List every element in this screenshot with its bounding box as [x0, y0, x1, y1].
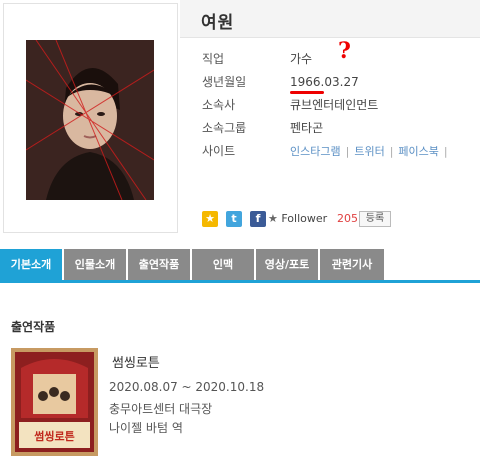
- divider: |: [389, 145, 394, 158]
- divider: |: [345, 145, 350, 158]
- tab-works[interactable]: 출연작품: [128, 249, 191, 280]
- red-underline-annotation: [290, 91, 324, 94]
- name-bar: 여원: [180, 0, 480, 38]
- profile-card: 여원 직업 가수 ? 생년월일 1966.03.27 소속사 큐브엔터테인먼트 …: [0, 0, 480, 240]
- profile-photo[interactable]: [26, 40, 154, 200]
- work-role: 나이젤 바텀 역: [109, 421, 183, 435]
- info-value: 가수: [290, 52, 313, 66]
- info-label: 소속사: [202, 98, 236, 112]
- info-label: 사이트: [202, 144, 236, 158]
- work-period: 2020.08.07 ~ 2020.10.18: [109, 380, 265, 394]
- tab-basic-info[interactable]: 기본소개: [0, 249, 63, 280]
- work-poster-image: 썸씽로튼: [11, 348, 98, 456]
- info-label: 생년월일: [202, 75, 247, 89]
- profile-photo-image: [26, 40, 154, 200]
- poster-title-text: 썸씽로튼: [34, 429, 74, 443]
- work-title[interactable]: 썸씽로튼: [112, 352, 160, 371]
- twitter-icon[interactable]: t: [226, 211, 242, 227]
- site-link-instagram[interactable]: 인스타그램: [290, 145, 341, 158]
- site-link-twitter[interactable]: 트위터: [354, 145, 384, 158]
- info-value: 큐브엔터테인먼트: [290, 98, 379, 112]
- info-value: 펜타곤: [290, 121, 324, 135]
- tab-related-articles[interactable]: 관련기사: [320, 249, 385, 280]
- question-mark-annotation: ?: [338, 38, 351, 64]
- profile-info: 여원 직업 가수 ? 생년월일 1966.03.27 소속사 큐브엔터테인먼트 …: [180, 0, 480, 240]
- follower-text: Follower: [281, 212, 328, 225]
- person-name: 여원: [201, 13, 235, 33]
- register-button[interactable]: 등록: [359, 211, 391, 227]
- works-section-title: 출연작품: [11, 320, 56, 334]
- work-venue: 충무아트센터 대극장: [109, 402, 213, 416]
- star-outline-icon: ★: [268, 212, 278, 225]
- info-value: 1966.03.27: [290, 75, 359, 89]
- site-link-facebook[interactable]: 페이스북: [398, 145, 438, 158]
- tab-connections[interactable]: 인맥: [192, 249, 255, 280]
- tab-bar: 기본소개 인물소개 출연작품 인맥 영상/포토 관련기사: [0, 249, 480, 283]
- info-label: 직업: [202, 52, 225, 66]
- follower-label: ★ Follower: [268, 211, 327, 227]
- facebook-icon[interactable]: f: [250, 211, 266, 227]
- follower-count: 205: [337, 212, 358, 225]
- work-poster[interactable]: 썸씽로튼: [11, 348, 98, 456]
- profile-photo-frame: [3, 3, 178, 233]
- tab-video-photo[interactable]: 영상/포토: [256, 249, 319, 280]
- star-icon[interactable]: ★: [202, 211, 218, 227]
- info-label: 소속그룹: [202, 121, 247, 135]
- tab-person-intro[interactable]: 인물소개: [64, 249, 127, 280]
- divider: |: [443, 145, 448, 158]
- site-links: 인스타그램 | 트위터 | 페이스북 |: [290, 142, 453, 161]
